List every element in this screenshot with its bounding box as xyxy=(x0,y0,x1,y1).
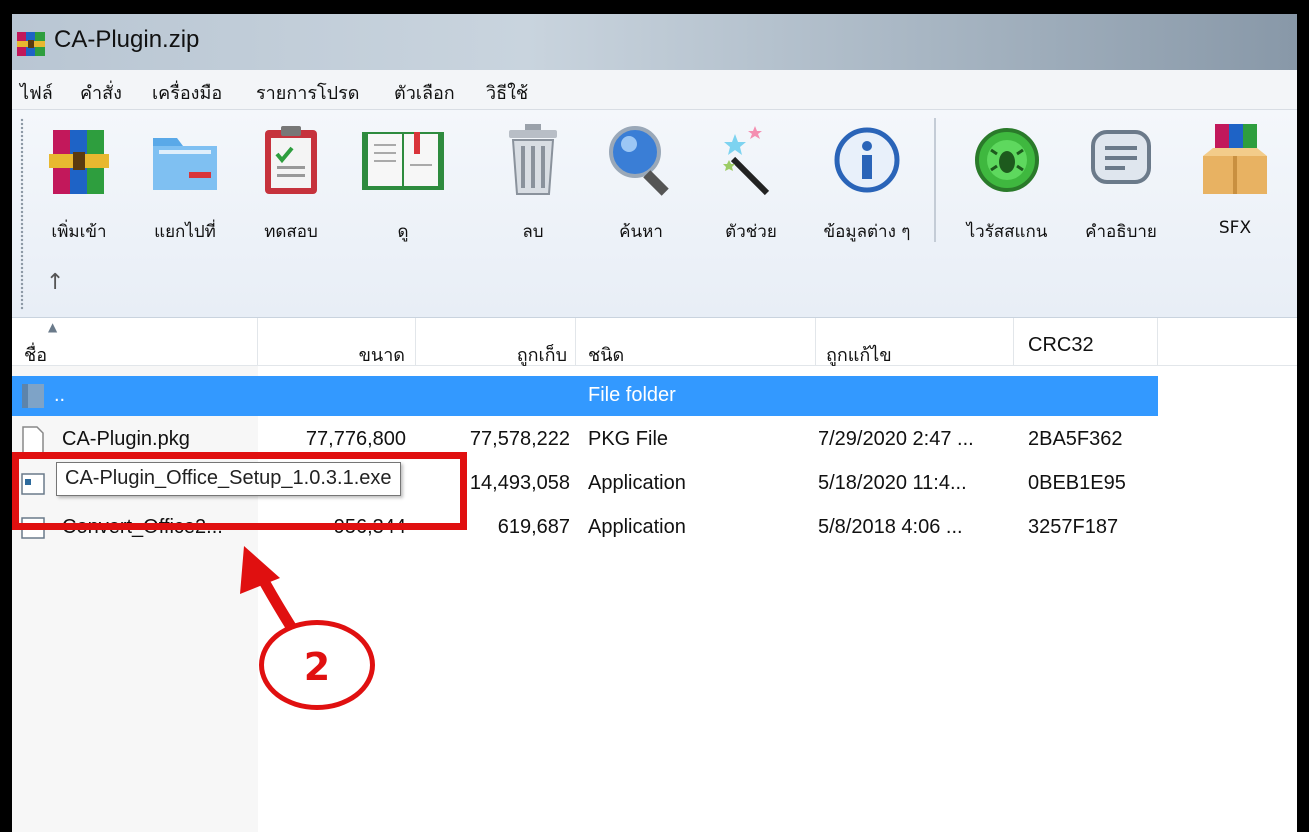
delete-label: ลบ xyxy=(522,222,544,242)
menu-bar: ไฟล์ คำสั่ง เครื่องมือ รายการโปรด ตัวเลื… xyxy=(12,70,1297,110)
clipboard-test-icon xyxy=(265,126,317,194)
row-crc32: 3257F187 xyxy=(1028,516,1119,538)
toolbar: เพิ่มเข้า แยกไปที่ ทดสอบ ดู ลบ ค้นหา ตัว… xyxy=(12,110,1297,318)
magic-wand-icon xyxy=(723,126,770,196)
view-button[interactable]: ดู xyxy=(348,120,458,242)
up-folder-button[interactable]: ↑ xyxy=(46,270,64,295)
magnifier-icon xyxy=(609,126,669,196)
column-header-size-label: ขนาด xyxy=(358,345,405,366)
row-modified: 7/29/2020 2:47 ... xyxy=(818,428,974,450)
row-size: 77,776,800 xyxy=(305,428,406,450)
sort-ascending-icon: ▲ xyxy=(48,320,58,334)
column-header-name[interactable]: ▲ ชื่อ xyxy=(12,318,258,366)
test-button[interactable]: ทดสอบ xyxy=(236,120,346,242)
add-button[interactable]: เพิ่มเข้า xyxy=(24,120,134,242)
column-header-crc32-label: CRC32 xyxy=(1028,334,1094,356)
column-header-crc32[interactable]: CRC32 xyxy=(1014,318,1158,366)
table-row-parent-folder[interactable]: .. File folder xyxy=(12,376,1158,416)
row-name: CA-Plugin.pkg xyxy=(62,428,190,450)
delete-button[interactable]: ลบ xyxy=(478,120,588,242)
winrar-archive-icon xyxy=(49,130,109,194)
view-label: ดู xyxy=(397,222,409,242)
comment-icon xyxy=(1091,130,1151,184)
test-label: ทดสอบ xyxy=(264,222,318,242)
virus-scan-button[interactable]: ไวรัสสแกน xyxy=(952,120,1062,242)
row-crc32: 0BEB1E95 xyxy=(1028,472,1126,494)
menu-favorites[interactable]: รายการโปรด xyxy=(256,78,359,107)
extract-to-button[interactable]: แยกไปที่ xyxy=(130,120,240,242)
info-icon xyxy=(834,127,900,193)
sfx-label: SFX xyxy=(1218,218,1252,238)
wizard-label: ตัวช่วย xyxy=(725,222,777,242)
info-button[interactable]: ข้อมูลต่าง ๆ xyxy=(812,120,922,242)
file-list: ▲ ชื่อ ขนาด ถูกเก็บ ชนิด ถูกแก้ไข CRC32 xyxy=(12,318,1297,832)
comment-label: คำอธิบาย xyxy=(1085,222,1157,242)
row-modified: 5/8/2018 4:06 ... xyxy=(818,516,963,538)
row-type: Application xyxy=(588,472,686,494)
file-icon xyxy=(22,426,44,454)
winrar-window: CA-Plugin.zip ไฟล์ คำสั่ง เครื่องมือ ราย… xyxy=(12,14,1297,832)
row-packed: 14,493,058 xyxy=(469,472,570,494)
virus-scan-icon xyxy=(975,128,1039,192)
column-header-name-label: ชื่อ xyxy=(24,345,48,366)
wizard-button[interactable]: ตัวช่วย xyxy=(696,120,806,242)
sfx-button[interactable]: SFX xyxy=(1180,120,1290,240)
sfx-box-icon xyxy=(1203,124,1267,194)
window-title: CA-Plugin.zip xyxy=(54,26,200,53)
column-header-type[interactable]: ชนิด xyxy=(576,318,816,366)
column-header-packed-label: ถูกเก็บ xyxy=(516,345,567,366)
row-type: File folder xyxy=(588,384,676,406)
trash-bin-icon xyxy=(509,124,557,195)
menu-file[interactable]: ไฟล์ xyxy=(20,78,53,107)
menu-help[interactable]: วิธีใช้ xyxy=(486,78,528,107)
row-modified: 5/18/2020 11:4... xyxy=(818,472,967,494)
folder-extract-icon xyxy=(153,138,217,190)
column-header-modified[interactable]: ถูกแก้ไข xyxy=(816,318,1014,366)
step-number: 2 xyxy=(303,645,331,689)
column-header-type-label: ชนิด xyxy=(588,345,625,366)
toolbar-separator xyxy=(934,118,936,242)
info-label: ข้อมูลต่าง ๆ xyxy=(823,222,911,242)
column-header-size[interactable]: ขนาด xyxy=(258,318,416,366)
row-type: Application xyxy=(588,516,686,538)
virus-scan-label: ไวรัสสแกน xyxy=(966,222,1048,242)
extract-to-label: แยกไปที่ xyxy=(154,222,216,242)
row-crc32: 2BA5F362 xyxy=(1028,428,1123,450)
column-header-modified-label: ถูกแก้ไข xyxy=(826,345,892,366)
row-name: .. xyxy=(54,384,66,406)
menu-commands[interactable]: คำสั่ง xyxy=(80,78,122,107)
winrar-app-icon xyxy=(17,32,45,56)
row-type: PKG File xyxy=(588,428,669,450)
menu-options[interactable]: ตัวเลือก xyxy=(394,78,455,107)
find-label: ค้นหา xyxy=(619,222,663,242)
title-bar[interactable]: CA-Plugin.zip xyxy=(12,14,1297,70)
column-header-row: ▲ ชื่อ ขนาด ถูกเก็บ ชนิด ถูกแก้ไข CRC32 xyxy=(12,318,1297,366)
column-header-packed[interactable]: ถูกเก็บ xyxy=(416,318,576,366)
find-button[interactable]: ค้นหา xyxy=(586,120,696,242)
folder-icon xyxy=(22,384,44,408)
add-label: เพิ่มเข้า xyxy=(51,222,107,242)
step-number-badge: 2 xyxy=(259,620,375,710)
comment-button[interactable]: คำอธิบาย xyxy=(1066,120,1176,242)
row-packed: 77,578,222 xyxy=(469,428,570,450)
book-view-icon xyxy=(362,132,444,190)
row-packed: 619,687 xyxy=(497,516,570,538)
menu-tools[interactable]: เครื่องมือ xyxy=(152,78,222,107)
highlight-box xyxy=(12,452,467,530)
